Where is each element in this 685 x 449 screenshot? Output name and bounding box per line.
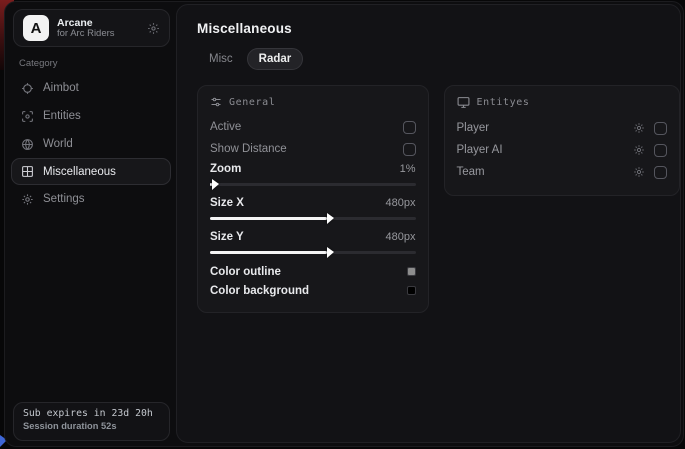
brand-subtitle: for Arc Riders [57, 29, 139, 40]
sidebar-item-label: Miscellaneous [43, 166, 116, 178]
subscription-card: Sub expires in 23d 20h Session duration … [13, 402, 170, 441]
app-window: A Arcane for Arc Riders Category [4, 1, 684, 447]
sub-expiry-text: Sub expires in 23d 20h [23, 408, 160, 419]
entity-row-player: Player [457, 117, 667, 139]
color-row-outline: Color outline [210, 262, 416, 281]
active-checkbox[interactable] [403, 121, 416, 134]
color-background-swatch[interactable] [407, 286, 416, 295]
entities-card: Entityes Player Player AI [444, 85, 680, 196]
general-card-header: General [210, 96, 416, 108]
session-duration-text: Session duration 52s [23, 421, 160, 431]
slider-label: Size X [210, 197, 244, 209]
sidebar-item-label: Settings [43, 193, 85, 205]
entity-label: Player [457, 122, 633, 134]
sidebar-item-label: Entities [43, 110, 81, 122]
show-distance-checkbox[interactable] [403, 143, 416, 156]
globe-icon [21, 138, 34, 151]
color-label: Color outline [210, 266, 281, 278]
sliders-icon [210, 96, 222, 108]
category-label: Category [19, 58, 58, 69]
general-card-title: General [229, 97, 275, 108]
gear-icon[interactable] [633, 122, 645, 134]
main-panel: Miscellaneous Misc Radar General Active [176, 4, 681, 443]
brand-logo: A [23, 15, 49, 41]
slider-fill [210, 183, 212, 186]
general-card: General Active Show Distance Zoom 1% [197, 85, 429, 313]
sidebar: A Arcane for Arc Riders Category [5, 2, 176, 446]
slider-fill [210, 251, 327, 254]
sidebar-item-label: Aimbot [43, 82, 79, 94]
grid-icon [21, 165, 34, 178]
color-label: Color background [210, 285, 309, 297]
sidebar-item-settings[interactable]: Settings [11, 185, 171, 213]
sidebar-item-aimbot[interactable]: Aimbot [11, 74, 171, 102]
slider-value: 480px [386, 231, 416, 243]
entity-row-player-ai: Player AI [457, 139, 667, 161]
scan-icon [21, 110, 34, 123]
sidebar-item-label: World [43, 138, 73, 150]
brand-card[interactable]: A Arcane for Arc Riders [13, 9, 170, 47]
settings-cards: General Active Show Distance Zoom 1% [197, 85, 680, 313]
tab-radar[interactable]: Radar [247, 48, 304, 70]
brand-title: Arcane [57, 17, 139, 29]
slider-thumb[interactable] [327, 213, 334, 224]
tab-bar: Misc Radar [197, 48, 680, 70]
gear-icon[interactable] [147, 22, 160, 35]
entities-card-header: Entityes [457, 96, 667, 109]
zoom-slider[interactable] [210, 183, 416, 186]
sidebar-nav: Aimbot Entities World [11, 74, 171, 213]
entities-card-title: Entityes [477, 97, 530, 108]
sidebar-item-entities[interactable]: Entities [11, 102, 171, 130]
sidebar-item-miscellaneous[interactable]: Miscellaneous [11, 158, 171, 185]
entity-row-team: Team [457, 161, 667, 183]
gear-icon[interactable] [633, 166, 645, 178]
tab-misc[interactable]: Misc [197, 48, 245, 70]
slider-value: 480px [386, 197, 416, 209]
team-checkbox[interactable] [654, 166, 667, 179]
toggle-label: Show Distance [210, 143, 287, 155]
sidebar-item-world[interactable]: World [11, 130, 171, 158]
slider-thumb[interactable] [212, 179, 219, 190]
toggle-row-active: Active [210, 116, 416, 138]
size-x-slider[interactable] [210, 217, 416, 220]
toggle-row-show-distance: Show Distance [210, 138, 416, 160]
player-checkbox[interactable] [654, 122, 667, 135]
slider-thumb[interactable] [327, 247, 334, 258]
gear-icon [21, 193, 34, 206]
crosshair-icon [21, 82, 34, 95]
slider-group-zoom: Zoom 1% [210, 160, 416, 186]
slider-group-size-y: Size Y 480px [210, 228, 416, 254]
color-row-background: Color background [210, 281, 416, 300]
player-ai-checkbox[interactable] [654, 144, 667, 157]
page-title: Miscellaneous [197, 21, 680, 36]
gear-icon[interactable] [633, 144, 645, 156]
slider-group-size-x: Size X 480px [210, 194, 416, 220]
monitor-icon [457, 96, 470, 109]
entity-label: Team [457, 166, 633, 178]
slider-fill [210, 217, 327, 220]
slider-label: Zoom [210, 163, 241, 175]
color-outline-swatch[interactable] [407, 267, 416, 276]
toggle-label: Active [210, 121, 241, 133]
brand-text: Arcane for Arc Riders [57, 17, 139, 40]
slider-label: Size Y [210, 231, 244, 243]
slider-value: 1% [400, 163, 416, 175]
entity-label: Player AI [457, 144, 633, 156]
size-y-slider[interactable] [210, 251, 416, 254]
